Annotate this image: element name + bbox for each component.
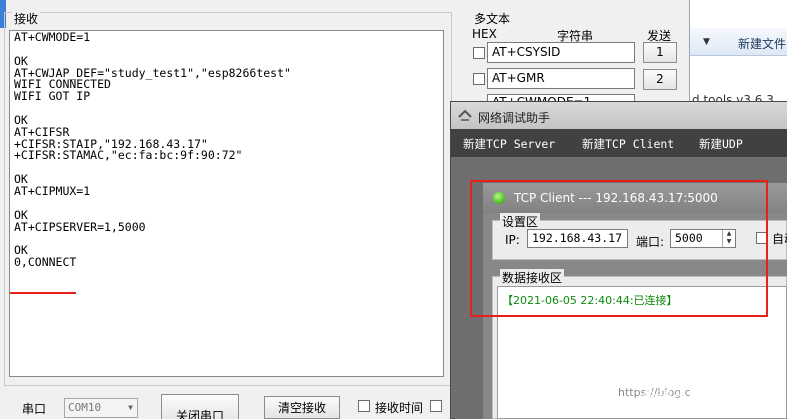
receive-text: AT+CWMODE=1 OK AT+CWJAP_DEF="study_test1… (14, 30, 291, 270)
new-folder-button[interactable]: 新建文件 (738, 35, 786, 52)
network-window-title: 网络调试助手 (478, 111, 551, 125)
port-label: 串口 (22, 402, 47, 416)
hex-column-header: HEX (472, 27, 497, 41)
receive-group-label: 接收 (12, 10, 41, 27)
chevron-down-icon: ▼ (128, 403, 133, 412)
chevron-down-icon[interactable]: ▼ (703, 37, 710, 47)
annotation-rectangle (470, 180, 768, 317)
hex-display-checkbox[interactable] (430, 400, 442, 412)
network-app-icon (458, 108, 472, 122)
multi-string-input-1[interactable]: AT+CSYSID (487, 42, 635, 63)
clear-receive-button[interactable]: 清空接收 (264, 396, 340, 419)
auto-label: 自动 (772, 232, 787, 246)
menu-new-udp[interactable]: 新建UDP (699, 136, 743, 152)
hex-checkbox-2[interactable] (473, 73, 485, 85)
send-button-1[interactable]: 1 (643, 42, 677, 63)
watermark-brand: @稀土掘金技术社区 (642, 388, 782, 406)
multi-string-input-2[interactable]: AT+GMR (487, 68, 635, 89)
annotation-underline (10, 292, 76, 294)
port-select[interactable]: COM10 ▼ (64, 398, 138, 418)
hex-checkbox-1[interactable] (473, 47, 485, 59)
menu-new-tcp-server[interactable]: 新建TCP Server (463, 136, 555, 152)
port-select-value: COM10 (68, 401, 102, 414)
close-port-button[interactable]: 关闭串口 (161, 394, 239, 419)
receive-time-checkbox[interactable] (358, 400, 370, 412)
receive-textarea[interactable]: AT+CWMODE=1 OK AT+CWJAP_DEF="study_test1… (9, 30, 444, 377)
menu-new-tcp-client[interactable]: 新建TCP Client (582, 136, 674, 152)
receive-time-label: 接收时间 (375, 401, 424, 415)
multi-text-title: 多文本 (474, 12, 511, 26)
send-button-2[interactable]: 2 (643, 69, 677, 90)
